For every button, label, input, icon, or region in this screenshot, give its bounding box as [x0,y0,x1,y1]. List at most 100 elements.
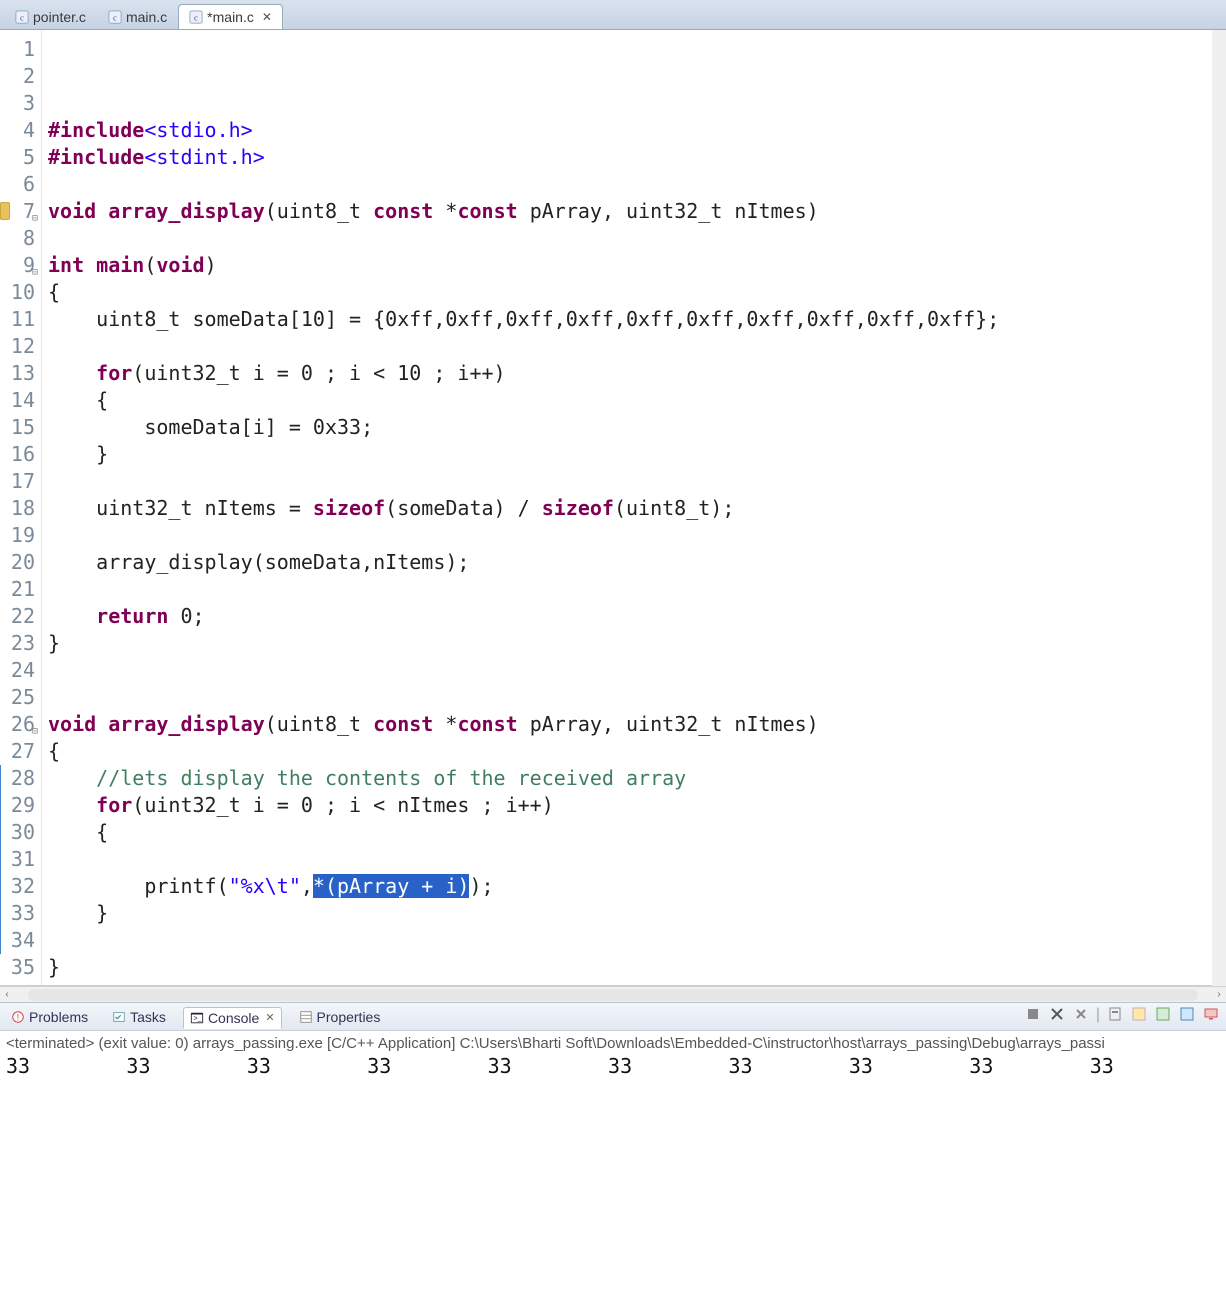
console-body: <terminated> (exit value: 0) arrays_pass… [0,1031,1226,1082]
code-line[interactable] [48,927,1226,954]
remove-button[interactable] [1072,1006,1090,1024]
line-number-gutter: 1234567⊟89⊟10111213141516171819202122232… [0,30,42,985]
word-wrap-icon [1131,1006,1147,1025]
scroll-lock-button[interactable] [1106,1006,1124,1024]
code-line[interactable] [48,657,1226,684]
line-number: 17 [0,468,41,495]
stop-button[interactable] [1024,1006,1042,1024]
line-number: 29 [0,792,41,819]
scroll-right-arrow-icon[interactable]: › [1212,989,1226,1000]
code-line[interactable] [48,63,1226,90]
remove-all-icon [1049,1006,1065,1025]
scroll-track[interactable] [28,989,1198,1001]
code-line[interactable]: int main(void) [48,252,1226,279]
toolbar-separator: | [1096,1006,1100,1024]
code-editor[interactable]: 1234567⊟89⊟10111213141516171819202122232… [0,30,1226,986]
horizontal-scrollbar[interactable]: ‹ › [0,986,1226,1002]
code-line[interactable]: array_display(someData,nItems); [48,549,1226,576]
code-line[interactable] [48,171,1226,198]
line-number: 6 [0,171,41,198]
display-button[interactable] [1202,1006,1220,1024]
code-line[interactable]: #include<stdint.h> [48,144,1226,171]
code-line[interactable] [48,522,1226,549]
code-line[interactable] [48,225,1226,252]
line-number: 3 [0,90,41,117]
line-number: 7⊟ [0,198,41,225]
code-line[interactable] [48,684,1226,711]
line-number: 20 [0,549,41,576]
bottom-panel: !Problems Tasks >_Console ✕ Properties | <t… [0,1002,1226,1316]
code-line[interactable]: { [48,819,1226,846]
line-number: 16 [0,441,41,468]
code-line[interactable]: printf("%x\t",*(pArray + i)); [48,873,1226,900]
editor-tab-0[interactable]: cpointer.c [4,4,97,29]
console-output: 33 33 33 33 33 33 33 33 33 33 [6,1054,1220,1078]
line-number: 11 [0,306,41,333]
c-file-icon: c [189,10,203,24]
remove-icon [1073,1006,1089,1025]
close-icon[interactable]: ✕ [265,1011,274,1024]
code-line[interactable]: #include<stdio.h> [48,117,1226,144]
code-line[interactable]: } [48,441,1226,468]
tab-label: main.c [126,9,167,25]
code-line[interactable] [48,333,1226,360]
code-line[interactable]: void array_display(uint8_t const *const … [48,711,1226,738]
code-line[interactable]: someData[i] = 0x33; [48,414,1226,441]
pin-icon [1155,1006,1171,1025]
c-file-icon: c [15,10,29,24]
code-line[interactable]: uint8_t someData[10] = {0xff,0xff,0xff,0… [48,306,1226,333]
svg-text:c: c [113,13,117,23]
line-number: 13 [0,360,41,387]
line-number: 8 [0,225,41,252]
code-line[interactable] [48,981,1226,985]
editor-tab-2[interactable]: c*main.c✕ [178,4,283,29]
code-line[interactable] [48,576,1226,603]
scroll-left-arrow-icon[interactable]: ‹ [0,989,14,1000]
problems-icon: ! [11,1010,25,1024]
code-line[interactable]: } [48,630,1226,657]
close-icon[interactable]: ✕ [262,10,272,24]
view-tab-console[interactable]: >_Console ✕ [183,1007,282,1029]
code-line[interactable]: uint32_t nItems = sizeof(someData) / siz… [48,495,1226,522]
view-tab-label: Properties [317,1009,381,1025]
code-line[interactable]: { [48,738,1226,765]
code-area[interactable]: #include<stdio.h>#include<stdint.h> void… [42,30,1226,985]
console-toolbar: | [1024,1006,1220,1024]
open-icon [1179,1006,1195,1025]
view-tab-properties[interactable]: Properties [292,1006,388,1028]
line-number: 21 [0,576,41,603]
line-number: 35 [0,954,41,981]
code-line[interactable]: for(uint32_t i = 0 ; i < nItmes ; i++) [48,792,1226,819]
editor-tab-1[interactable]: c main.c [97,4,178,29]
c-file-icon: c [108,10,122,24]
code-line[interactable]: } [48,900,1226,927]
line-number: 15 [0,414,41,441]
code-line[interactable] [48,468,1226,495]
view-tab-tasks[interactable]: Tasks [105,1006,173,1028]
pin-button[interactable] [1154,1006,1172,1024]
code-line[interactable]: { [48,279,1226,306]
svg-text:c: c [20,13,24,23]
line-number: 9⊟ [0,252,41,279]
tasks-icon [112,1010,126,1024]
code-line[interactable] [48,36,1226,63]
line-number: 4 [0,117,41,144]
open-button[interactable] [1178,1006,1196,1024]
code-line[interactable]: void array_display(uint8_t const *const … [48,198,1226,225]
editor-tab-bar: cpointer.ccmain.cc*main.c✕ [0,0,1226,30]
line-number: 31 [0,846,41,873]
line-number: 26⊟ [0,711,41,738]
line-number: 34 [0,927,41,954]
line-number: 10 [0,279,41,306]
code-line[interactable] [48,90,1226,117]
code-line[interactable]: } [48,954,1226,981]
view-tab-problems[interactable]: !Problems [4,1006,95,1028]
remove-all-button[interactable] [1048,1006,1066,1024]
code-line[interactable]: for(uint32_t i = 0 ; i < 10 ; i++) [48,360,1226,387]
line-number: 28 [0,765,41,792]
code-line[interactable]: return 0; [48,603,1226,630]
svg-text:!: ! [17,1012,19,1022]
word-wrap-button[interactable] [1130,1006,1148,1024]
code-line[interactable]: //lets display the contents of the recei… [48,765,1226,792]
code-line[interactable]: { [48,387,1226,414]
